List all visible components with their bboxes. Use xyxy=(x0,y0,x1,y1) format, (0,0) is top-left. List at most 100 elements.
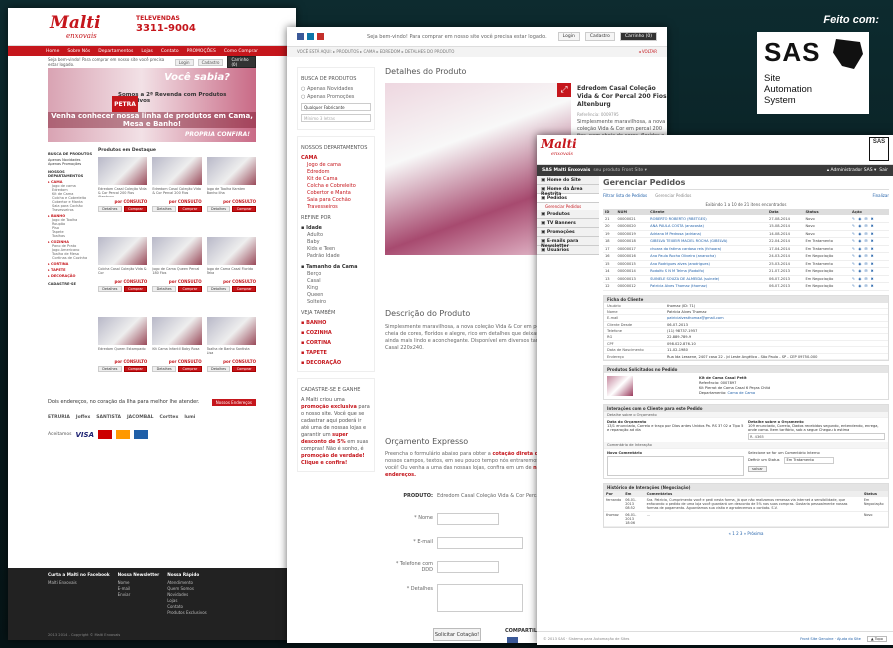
table-row[interactable]: 17 00000017 choara da fatima cardoso reis … xyxy=(603,245,889,253)
register-button[interactable]: Cadastro xyxy=(584,32,615,41)
order-client[interactable]: Ana Paula Rocha Oliveira (anarocha) xyxy=(648,252,768,261)
nav-item[interactable]: Como Comprar xyxy=(224,49,258,54)
product-image[interactable] xyxy=(152,317,202,345)
order-actions[interactable]: ✎ ◉ ✉ ✖ xyxy=(850,237,889,246)
refine-option[interactable]: Casal xyxy=(301,278,371,285)
department-subitem[interactable]: Cortinas de Cozinha xyxy=(48,256,94,260)
facebook-icon[interactable] xyxy=(297,33,304,40)
order-client[interactable]: GIBELVA TEIXEIR MACIEL ROCHA (GIBELVA) xyxy=(648,237,768,246)
order-actions[interactable]: ✎ ◉ ✉ ✖ xyxy=(850,275,889,283)
order-client[interactable]: Patrícia Alves Thomaz (thomaz) xyxy=(648,282,768,291)
product-image[interactable] xyxy=(206,237,256,265)
buy-button[interactable]: Comprar xyxy=(123,366,148,372)
product-name[interactable]: Edredom Casal Coleção Vida & Cor Percal … xyxy=(152,187,201,197)
nav-item[interactable]: Lojas xyxy=(141,49,153,54)
phone-input[interactable] xyxy=(437,561,499,573)
see-also-item[interactable]: ▪ COZINHA xyxy=(301,330,371,336)
order-client[interactable]: ANA PAULA COSTA (anacosta) xyxy=(648,222,768,231)
order-client[interactable]: ROBERTO ROBERTO (RBETGES) xyxy=(648,215,768,223)
details-button[interactable]: Detalhes xyxy=(152,366,176,372)
product-image[interactable] xyxy=(206,317,256,345)
table-row[interactable]: 16 00000016 Ana Paula Rocha Oliveira (anar… xyxy=(603,252,889,261)
register-button[interactable]: Cadastro xyxy=(197,58,224,66)
cama-subitem[interactable]: Kit de Cama xyxy=(301,176,371,183)
order-actions[interactable]: ✎ ◉ ✉ ✖ xyxy=(850,215,889,223)
details-button[interactable]: Detalhes xyxy=(206,366,231,372)
cama-subitem[interactable]: Cobertor e Manta xyxy=(301,190,371,197)
footer-link[interactable]: Malti Enxovais xyxy=(48,580,110,586)
details-button[interactable]: Detalhes xyxy=(206,286,231,292)
product-image[interactable] xyxy=(98,317,148,345)
department-category[interactable]: ▸ CORTINA xyxy=(48,262,94,266)
cama-subitem[interactable]: Travesseiros xyxy=(301,204,371,211)
admin-menu-item[interactable]: ▣ Usuários xyxy=(537,246,599,255)
order-actions[interactable]: ✎ ◉ ✉ ✖ xyxy=(850,282,889,291)
quote-submit-button[interactable]: Solicitar Cotação! xyxy=(433,628,481,641)
admin-user-menu[interactable]: ▴ Administrador SAS ▾ xyxy=(827,168,876,173)
see-also-item[interactable]: ▪ BANHO xyxy=(301,320,371,326)
product-thumbnail[interactable] xyxy=(607,376,633,397)
order-actions[interactable]: ✎ ◉ ✉ ✖ xyxy=(850,252,889,261)
order-client[interactable]: choara da fatima cardoso reis (fchoara) xyxy=(648,245,768,253)
nav-item[interactable]: Home xyxy=(46,49,59,54)
product-name[interactable]: Edredom Queen Estampado xyxy=(98,347,147,357)
buy-button[interactable]: Comprar xyxy=(232,206,256,212)
status-select[interactable]: Em Tratamento xyxy=(783,456,834,464)
back-link[interactable]: ◂ VOLTAR xyxy=(639,49,657,55)
refine-option[interactable]: King xyxy=(301,285,371,292)
budget-value-field[interactable]: R. 4365 xyxy=(748,433,885,441)
option-promo[interactable]: ○ Apenas Promoções xyxy=(301,94,371,100)
tab-manage[interactable]: Gerenciar Pedidos xyxy=(655,193,691,198)
nav-item[interactable]: Sobre Nós xyxy=(67,49,90,54)
product-name[interactable]: Kit Cama Infantil Baby Rosa xyxy=(152,347,201,357)
order-actions[interactable]: ✎ ◉ ✉ ✖ xyxy=(850,230,889,238)
finish-link[interactable]: Finalizar xyxy=(872,193,889,198)
buy-button[interactable]: Comprar xyxy=(232,366,256,372)
comment-textarea[interactable] xyxy=(607,455,744,476)
table-row[interactable]: 12 00000012 Patrícia Alves Thomaz (thomaz)… xyxy=(603,282,889,291)
department-subitem[interactable]: Toalhas xyxy=(48,234,94,238)
table-row[interactable]: 15 00000015 Ana Rodrigues alves (arodrigue… xyxy=(603,260,889,268)
cama-subitem[interactable]: Colcha e Cobreleito xyxy=(301,183,371,190)
cama-subitem[interactable]: Saia para Cochão xyxy=(301,197,371,204)
buy-button[interactable]: Comprar xyxy=(123,206,148,212)
cama-subitem[interactable]: Jogo de cama xyxy=(301,162,371,169)
manufacturer-select[interactable]: Qualquer Fabricante xyxy=(301,103,371,111)
admin-bar-subtitle[interactable]: seu produto Front Site ▾ xyxy=(593,168,647,173)
home-banner[interactable]: Você sabia? Somos a 2ª Revenda com Produ… xyxy=(48,68,256,142)
category-cama[interactable]: CAMA xyxy=(301,155,371,161)
login-button[interactable]: Login xyxy=(174,58,194,66)
youtube-icon[interactable] xyxy=(317,33,324,40)
store-logo[interactable]: Malti xyxy=(50,13,101,33)
product-name[interactable]: Jogo de Toalha Karsten Banho Ilha xyxy=(207,187,256,197)
refine-option[interactable]: Baby xyxy=(301,239,371,246)
nav-item[interactable]: PROMOÇÕES xyxy=(187,49,216,54)
table-row[interactable]: 13 00000013 SUINELE SOUZA DE ALMEIDA (suin… xyxy=(603,275,889,283)
table-row[interactable]: 18 00000018 GIBELVA TEIXEIR MACIEL ROCHA (… xyxy=(603,237,889,246)
table-row[interactable]: 14 00000014 Rodolfo S N M Telma (Rodolfo) 2… xyxy=(603,267,889,276)
banner-cta[interactable]: PROPRIA CONFIRA! xyxy=(185,131,250,138)
refine-option[interactable]: Queen xyxy=(301,292,371,299)
zoom-icon[interactable]: ⤢ xyxy=(557,83,571,97)
details-button[interactable]: Detalhes xyxy=(98,366,122,372)
product-image[interactable] xyxy=(98,237,148,265)
cart-button[interactable]: Carrinho (0) xyxy=(227,56,256,68)
nav-item[interactable]: Contato xyxy=(161,49,179,54)
buy-button[interactable]: Comprar xyxy=(123,286,148,292)
admin-menu-item[interactable]: ▣ TV Banners xyxy=(537,219,599,228)
see-also-item[interactable]: ▪ CORTINA xyxy=(301,340,371,346)
order-client[interactable]: Rodolfo S N M Telma (Rodolfo) xyxy=(648,267,768,276)
admin-submenu-item[interactable]: Gerenciar Pedidos xyxy=(537,203,599,210)
admin-menu-item[interactable]: ▣ Home da Área Restrita xyxy=(537,185,599,197)
buy-button[interactable]: Comprar xyxy=(178,206,202,212)
details-button[interactable]: Detalhes xyxy=(206,206,231,212)
internal-comment-checkbox[interactable]: Selecione se for um Comentário Interno xyxy=(748,451,885,455)
details-textarea[interactable] xyxy=(437,584,523,612)
details-button[interactable]: Detalhes xyxy=(152,286,176,292)
buy-button[interactable]: Comprar xyxy=(232,286,256,292)
department-category[interactable]: ▸ DECORAÇÃO xyxy=(48,274,94,278)
order-actions[interactable]: ✎ ◉ ✉ ✖ xyxy=(850,222,889,231)
admin-menu-item[interactable]: ▣ Pedidos xyxy=(537,194,599,203)
refine-option[interactable]: Adulto xyxy=(301,232,371,239)
search-input[interactable]: Mínimo 3 letras xyxy=(301,114,371,122)
